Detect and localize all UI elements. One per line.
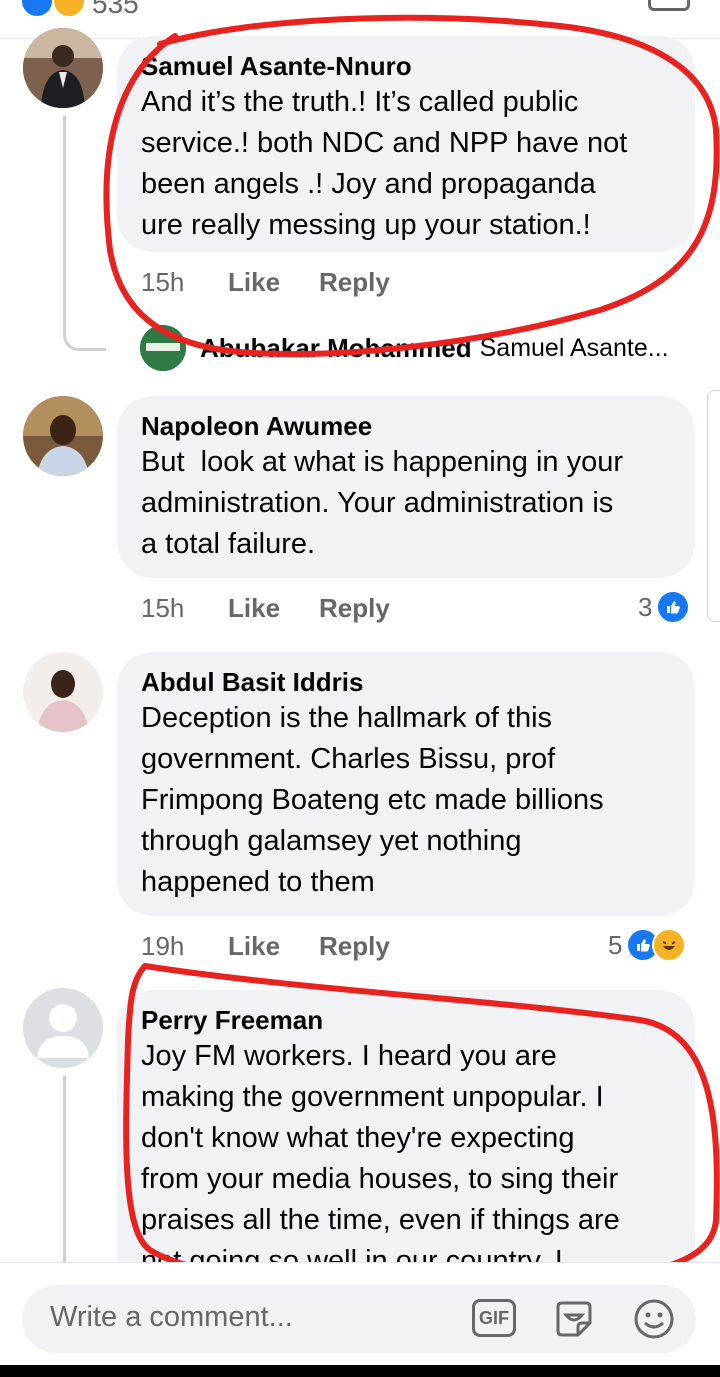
thread-line (63, 1076, 66, 1262)
top-bar: 535 (0, 0, 720, 39)
like-reaction-icon (22, 0, 52, 16)
comment-time[interactable]: 19h (141, 931, 184, 962)
reply-button[interactable]: Reply (319, 267, 390, 298)
reaction-count[interactable]: 535 (92, 0, 139, 20)
comment-author[interactable]: Samuel Asante-Nnuro (141, 50, 671, 82)
reply-snippet: Samuel Asante... (479, 333, 669, 362)
comment-text: And it’s the truth.! It’s called public … (141, 86, 628, 241)
share-icon[interactable] (648, 0, 690, 11)
reaction-count: 5 (608, 929, 623, 960)
comment-input-placeholder: Write a comment... (50, 1301, 293, 1333)
reply-author[interactable]: Abubakar Mohammed (200, 333, 472, 364)
comment-actions: 15h Like Reply (141, 267, 441, 299)
comment-time[interactable]: 15h (141, 267, 184, 298)
haha-reaction-icon (652, 928, 687, 962)
comment-text: Deception is the hallmark of this govern… (141, 702, 604, 898)
comment-bubble[interactable]: Samuel Asante-Nnuro And it’s the truth.!… (117, 36, 695, 252)
avatar[interactable] (23, 28, 103, 108)
comment-bubble[interactable]: Napoleon Awumee But look at what is happ… (117, 396, 695, 578)
comment-composer: Write a comment... GIF (0, 1262, 720, 1366)
comment-text: But look at what is happening in your ad… (141, 446, 624, 560)
emoji-icon[interactable] (632, 1297, 676, 1341)
system-nav-bar (0, 1365, 720, 1377)
reply-preview[interactable]: Abubakar Mohammed Samuel Asante... (140, 323, 669, 373)
scrollbar[interactable] (707, 390, 720, 622)
reaction-count: 3 (638, 591, 653, 622)
comment-author[interactable]: Napoleon Awumee (141, 410, 671, 442)
like-button[interactable]: Like (228, 593, 280, 624)
comment-actions: 15h Like Reply (141, 593, 441, 625)
thread-connector (63, 300, 106, 351)
thread-line (63, 116, 66, 316)
comment-input[interactable]: Write a comment... GIF (22, 1285, 696, 1353)
comment-bubble[interactable]: Abdul Basit Iddris Deception is the hall… (117, 652, 695, 916)
reaction-summary[interactable]: 3 (638, 590, 691, 624)
reaction-summary[interactable]: 5 (608, 928, 687, 962)
reply-button[interactable]: Reply (319, 593, 390, 624)
avatar[interactable] (23, 396, 103, 476)
avatar[interactable] (23, 988, 103, 1068)
like-button[interactable]: Like (228, 267, 280, 298)
avatar (140, 325, 186, 371)
comment-bubble[interactable]: Perry Freeman Joy FM workers. I heard yo… (117, 990, 695, 1290)
comment-author[interactable]: Perry Freeman (141, 1004, 671, 1036)
comment-time[interactable]: 15h (141, 593, 184, 624)
avatar[interactable] (23, 652, 103, 732)
comment-author[interactable]: Abdul Basit Iddris (141, 666, 671, 698)
comment-text: Joy FM workers. I heard you are making t… (141, 1040, 620, 1277)
sticker-icon[interactable] (552, 1297, 596, 1341)
gif-button[interactable]: GIF (472, 1299, 516, 1337)
like-reaction-icon (656, 590, 691, 624)
reply-button[interactable]: Reply (319, 931, 390, 962)
comment-actions: 19h Like Reply (141, 931, 441, 963)
like-button[interactable]: Like (228, 931, 280, 962)
haha-reaction-icon (54, 0, 84, 16)
